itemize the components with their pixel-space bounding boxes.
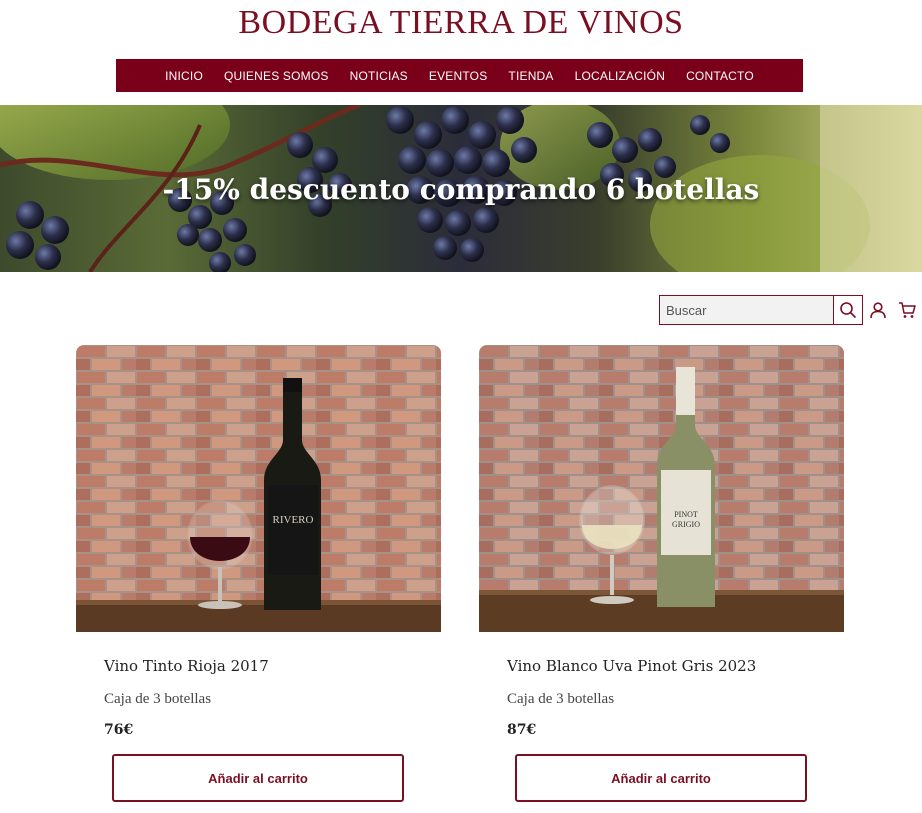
product-price: 87€ — [507, 722, 537, 738]
add-to-cart-button[interactable]: Añadir al carrito — [515, 754, 807, 802]
svg-text:PINOT: PINOT — [674, 510, 698, 519]
search-button[interactable] — [833, 295, 863, 325]
site-title[interactable]: BODEGA TIERRA DE VINOS — [0, 4, 922, 42]
product-card[interactable]: RIVERO Vino Tinto Rioja 2017 Caja de 3 b… — [76, 345, 441, 802]
white-wine-photo: PINOT GRIGIO — [479, 345, 844, 632]
search-icon — [840, 302, 856, 318]
account-button[interactable] — [867, 299, 889, 321]
add-to-cart-button[interactable]: Añadir al carrito — [112, 754, 404, 802]
product-price: 76€ — [104, 722, 134, 738]
product-card[interactable]: PINOT GRIGIO Vino Blanco Uva Pinot Gris … — [479, 345, 844, 802]
nav-item-quienes-somos[interactable]: QUIENES SOMOS — [213, 69, 339, 83]
svg-text:GRIGIO: GRIGIO — [672, 520, 700, 529]
nav-item-contacto[interactable]: CONTACTO — [676, 69, 765, 83]
product-subtitle: Caja de 3 botellas — [507, 691, 615, 707]
nav-item-noticias[interactable]: NOTICIAS — [339, 69, 418, 83]
nav-item-localizacion[interactable]: LOCALIZACIÓN — [564, 69, 675, 83]
nav-item-eventos[interactable]: EVENTOS — [418, 69, 498, 83]
product-subtitle: Caja de 3 botellas — [104, 691, 212, 707]
product-name[interactable]: Vino Tinto Rioja 2017 — [104, 657, 269, 675]
svg-text:RIVERO: RIVERO — [273, 514, 314, 526]
promo-text: -15% descuento comprando 6 botellas — [162, 173, 760, 206]
cart-button[interactable] — [896, 299, 918, 321]
main-nav: INICIO QUIENES SOMOS NOTICIAS EVENTOS TI… — [116, 59, 803, 92]
product-image-red-wine[interactable]: RIVERO — [76, 345, 441, 632]
search-input[interactable] — [659, 295, 834, 325]
cart-icon — [899, 302, 916, 318]
promo-banner: -15% descuento comprando 6 botellas — [0, 105, 922, 272]
nav-item-inicio[interactable]: INICIO — [155, 69, 214, 83]
user-icon — [870, 302, 886, 319]
nav-item-tienda[interactable]: TIENDA — [498, 69, 564, 83]
product-image-white-wine[interactable]: PINOT GRIGIO — [479, 345, 844, 632]
product-name[interactable]: Vino Blanco Uva Pinot Gris 2023 — [507, 657, 756, 675]
red-wine-photo: RIVERO — [76, 345, 441, 632]
